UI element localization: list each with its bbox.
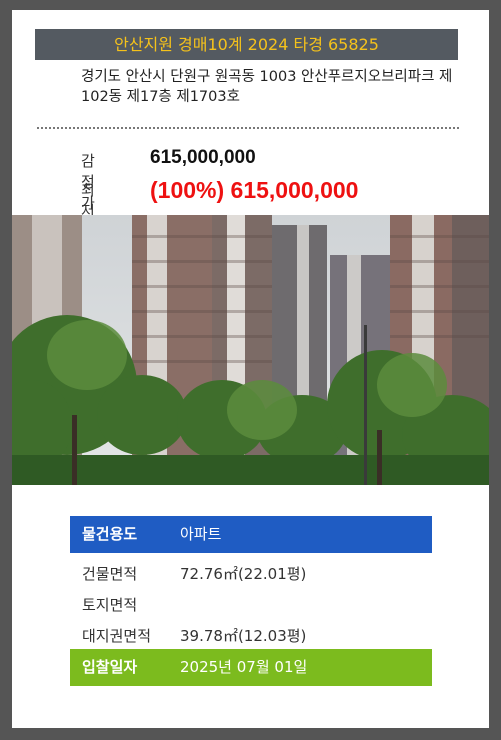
case-title: 안산지원 경매10계 2024 타경 65825 [35,29,458,60]
usage-value: 아파트 [180,525,222,543]
property-photo [12,215,489,485]
land-area-label: 토지면적 [82,596,138,614]
auction-card: 안산지원 경매10계 2024 타경 65825 경기도 안산시 단원구 원곡동… [12,10,489,728]
bid-date-value: 2025년 07월 01일 [180,658,308,676]
building-area-label: 건물면적 [82,565,138,583]
land-right-area-label: 대지권면적 [82,627,152,645]
land-area-row: 토지면적 [70,590,432,620]
land-right-area-row: 대지권면적 39.78㎡(12.03평) [70,621,432,651]
bid-date-label: 입찰일자 [82,658,138,676]
appraised-price-value: 615,000,000 [150,147,256,168]
usage-row: 물건용도 아파트 [70,516,432,553]
property-address: 경기도 안산시 단원구 원곡동 1003 안산푸르지오브리파크 제102동 제1… [81,69,453,105]
divider [37,127,459,129]
building-area-value: 72.76㎡(22.01평) [180,565,307,583]
building-area-row: 건물면적 72.76㎡(22.01평) [70,559,432,589]
land-right-area-value: 39.78㎡(12.03평) [180,627,307,645]
usage-label: 물건용도 [82,525,138,543]
bid-date-row: 입찰일자 2025년 07월 01일 [70,649,432,686]
minimum-price-value: (100%) 615,000,000 [150,177,359,203]
